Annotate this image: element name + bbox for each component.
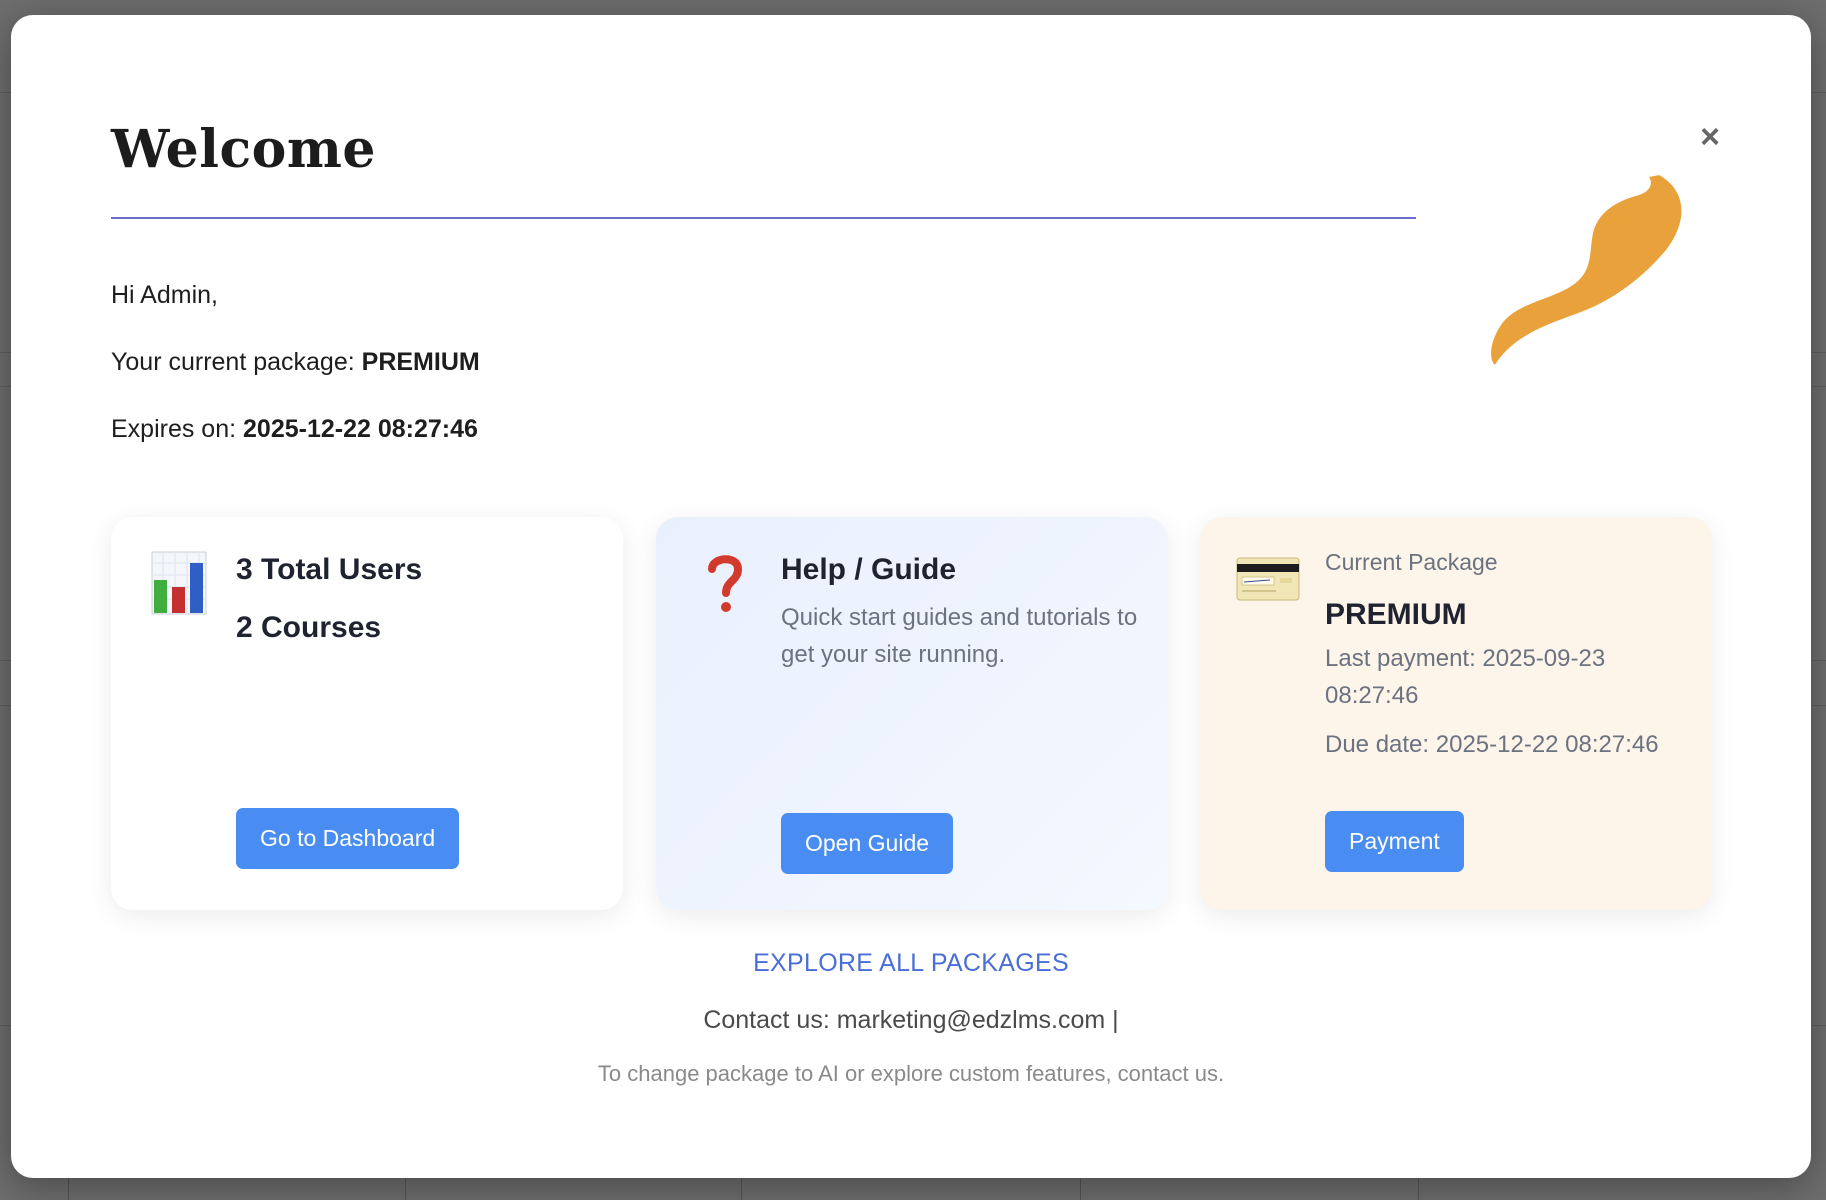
users-card: 3 Total Users 2 Courses Go to Dashboard [111, 517, 623, 910]
help-card-body: Help / Guide Quick start guides and tuto… [781, 553, 1144, 673]
help-card: Help / Guide Quick start guides and tuto… [656, 517, 1168, 910]
expiry-label: Expires on: [111, 415, 237, 443]
explore-packages-link[interactable]: EXPLORE ALL PACKAGES [11, 949, 1811, 978]
credit-card-icon [1236, 557, 1300, 601]
question-mark-icon [708, 555, 743, 612]
package-change-note: To change package to AI or explore custo… [597, 1061, 1225, 1086]
mascot-shape [1491, 175, 1682, 365]
close-icon: × [1700, 118, 1720, 156]
users-card-body: 3 Total Users 2 Courses [236, 553, 599, 669]
payment-button[interactable]: Payment [1325, 811, 1464, 872]
package-kicker: Current Package [1325, 549, 1498, 575]
package-name: PREMIUM [1325, 598, 1467, 631]
open-guide-button[interactable]: Open Guide [781, 813, 954, 874]
help-heading: Help / Guide [781, 553, 957, 586]
last-payment-text: Last payment: 2025-09-23 08:27:46 [1325, 645, 1606, 709]
go-to-dashboard-button[interactable]: Go to Dashboard [236, 808, 460, 869]
welcome-modal: × Welcome Hi Admin, Your current package… [11, 15, 1811, 1178]
current-package-value: PREMIUM [361, 348, 480, 376]
expiry-value: 2025-12-22 08:27:46 [243, 415, 478, 443]
greeting-text: Hi Admin, [111, 281, 218, 309]
current-package-line: Your current package: PREMIUM [111, 348, 480, 377]
help-description: Quick start guides and tutorials to get … [781, 604, 1138, 668]
modal-title: Welcome [111, 119, 376, 180]
package-card-body: Current Package PREMIUM Last payment: 20… [1325, 549, 1688, 763]
contact-text: Contact us: marketing@edzlms.com | [703, 1006, 1119, 1034]
courses-stat: 2 Courses [236, 611, 382, 644]
title-divider [111, 217, 1416, 219]
due-date-text: Due date: 2025-12-22 08:27:46 [1325, 731, 1659, 758]
current-package-label: Your current package: [111, 348, 355, 376]
mascot-illustration [1491, 175, 1682, 365]
package-card: Current Package PREMIUM Last payment: 20… [1200, 517, 1712, 910]
total-users-stat: 3 Total Users [236, 553, 423, 586]
close-button[interactable]: × [1692, 119, 1728, 155]
bar-chart-icon [151, 551, 207, 615]
expiry-line: Expires on: 2025-12-22 08:27:46 [111, 415, 478, 444]
